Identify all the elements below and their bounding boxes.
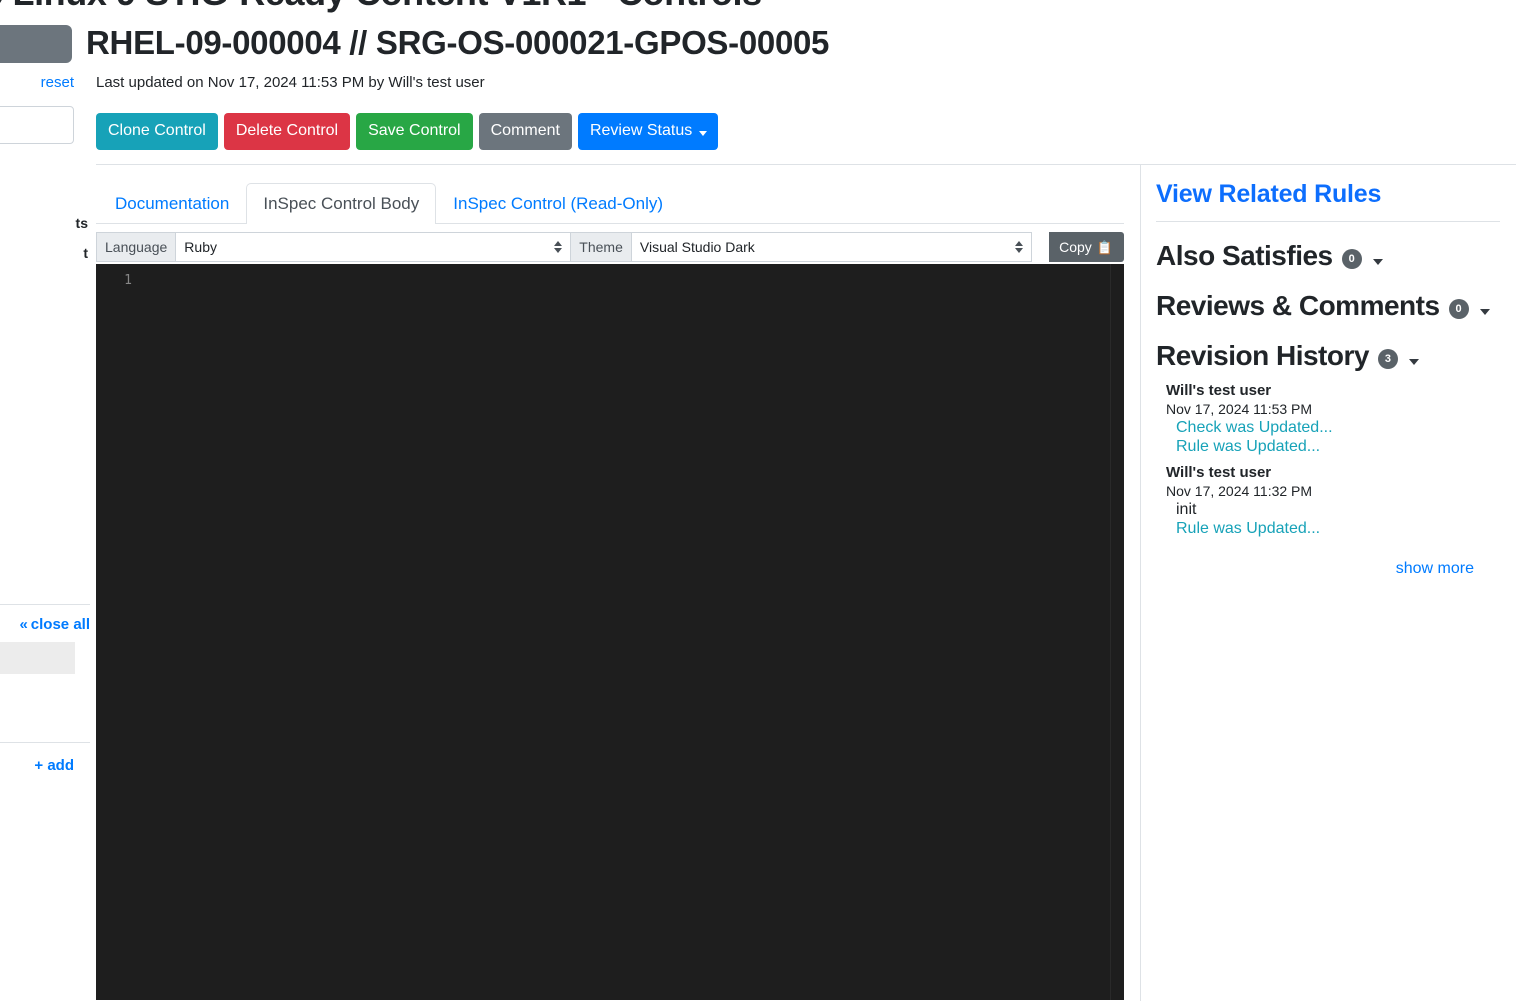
editor-vertical-scrollbar[interactable] [1110,264,1124,1000]
revision-date: Nov 17, 2024 11:53 PM [1166,401,1516,417]
section-also-satisfies-title: Also Satisfies [1156,240,1333,272]
close-all-label: close all [31,616,90,633]
section-reviews-comments-title: Reviews & Comments [1156,290,1440,322]
left-sidebar: reset ts t «close all + add [0,0,90,1001]
chevron-down-icon [1373,259,1383,265]
reviews-comments-count-badge: 0 [1449,299,1469,319]
copy-button[interactable]: Copy 📋 [1049,232,1124,262]
severity-badge [0,25,72,63]
tab-inspec-control-body[interactable]: InSpec Control Body [246,183,436,224]
comment-button[interactable]: Comment [479,113,572,150]
section-reviews-comments[interactable]: Reviews & Comments 0 [1156,290,1516,322]
view-related-rules-link[interactable]: View Related Rules [1156,180,1516,209]
page-root: …erprise Linux 9 STIG-Ready Content V1R1… [0,0,1516,1001]
sidebar-clipped-label-1: ts [76,215,88,231]
panel-divider [1156,221,1500,222]
review-status-label: Review Status [590,122,692,139]
right-sidebar: View Related Rules Also Satisfies 0 Revi… [1156,180,1516,578]
header-divider [96,164,1516,165]
section-revision-history[interactable]: Revision History 3 [1156,340,1516,372]
tab-inspec-control-readonly[interactable]: InSpec Control (Read-Only) [436,183,680,224]
section-revision-history-title: Revision History [1156,340,1369,372]
revision-user: Will's test user [1166,382,1516,399]
clipboard-icon: 📋 [1097,241,1113,254]
chevron-down-icon [1409,359,1419,365]
sidebar-clipped-label-2: t [83,245,88,261]
delete-control-button[interactable]: Delete Control [224,113,350,150]
main-content: Documentation InSpec Control Body InSpec… [96,180,1124,1000]
sidebar-filter-input[interactable] [0,106,74,144]
language-select-value: Ruby [184,239,217,255]
code-editor[interactable]: 1 [96,264,1124,1000]
revision-entry: Will's test user Nov 17, 2024 11:32 PM i… [1166,464,1516,538]
review-status-dropdown-button[interactable]: Review Status [578,113,718,150]
revision-change-link[interactable]: Check was Updated... [1166,419,1516,437]
revision-note: init [1166,501,1516,519]
revision-change-link[interactable]: Rule was Updated... [1166,438,1516,456]
sidebar-divider-bottom [0,742,90,743]
add-link[interactable]: + add [34,757,74,774]
revision-date: Nov 17, 2024 11:32 PM [1166,483,1516,499]
select-arrows-icon [1015,241,1023,253]
language-label: Language [96,232,176,262]
revision-history-list: Will's test user Nov 17, 2024 11:53 PM C… [1156,382,1516,538]
language-select[interactable]: Ruby [176,232,571,262]
chevron-down-icon [699,131,707,136]
chevron-down-icon [1480,309,1490,315]
theme-select[interactable]: Visual Studio Dark [632,232,1032,262]
copy-button-label: Copy [1059,239,1092,255]
tab-documentation[interactable]: Documentation [98,183,246,224]
revision-history-count-badge: 3 [1378,349,1398,369]
sidebar-list-item[interactable] [0,642,75,674]
theme-select-value: Visual Studio Dark [640,239,755,255]
close-all-link[interactable]: «close all [19,616,90,633]
last-updated-text: Last updated on Nov 17, 2024 11:53 PM by… [96,74,485,91]
revision-user: Will's test user [1166,464,1516,481]
panel-vertical-divider [1140,164,1141,1001]
save-control-button[interactable]: Save Control [356,113,473,150]
also-satisfies-count-badge: 0 [1342,249,1362,269]
select-arrows-icon [554,241,562,253]
chevron-left-icon: « [19,616,27,633]
show-more-link[interactable]: show more [1156,560,1516,578]
section-also-satisfies[interactable]: Also Satisfies 0 [1156,240,1516,272]
editor-gutter: 1 [96,264,138,1000]
theme-label: Theme [571,232,632,262]
clone-control-button[interactable]: Clone Control [96,113,218,150]
revision-change-link[interactable]: Rule was Updated... [1166,520,1516,538]
revision-entry: Will's test user Nov 17, 2024 11:53 PM C… [1166,382,1516,456]
sidebar-divider-top [0,604,90,605]
control-title: RHEL-09-000004 // SRG-OS-000021-GPOS-000… [86,24,829,62]
tab-bar: Documentation InSpec Control Body InSpec… [96,180,1124,224]
control-action-buttons: Clone Control Delete Control Save Contro… [96,113,718,150]
page-title: …erprise Linux 9 STIG-Ready Content V1R1… [0,0,762,14]
editor-toolbar: Language Ruby Theme Visual Studio Dark C… [96,232,1124,262]
reset-link[interactable]: reset [41,74,74,91]
editor-line-number: 1 [124,273,132,288]
editor-code-area[interactable] [138,264,1110,1000]
